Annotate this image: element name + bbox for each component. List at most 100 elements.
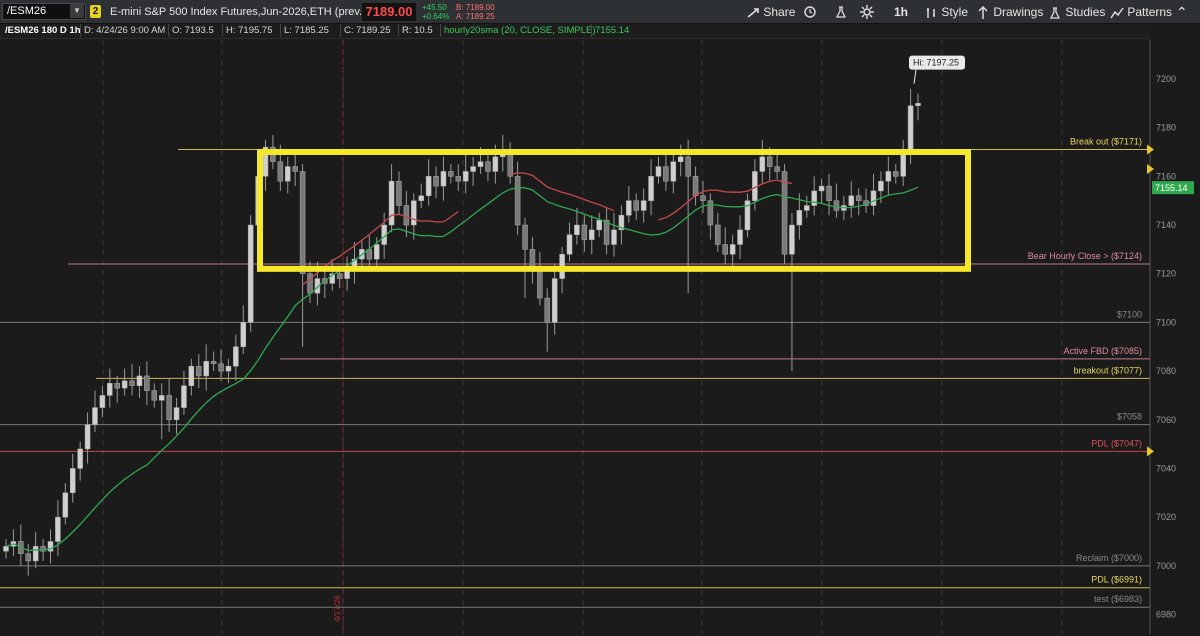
price-level-label: breakout ($7077) xyxy=(1073,365,1142,375)
candle-body xyxy=(574,224,580,236)
candle-body xyxy=(885,171,892,182)
candle-body xyxy=(255,176,261,226)
candle-body xyxy=(210,361,217,365)
candle-body xyxy=(633,200,639,211)
candle-body xyxy=(551,278,558,323)
candle-body xyxy=(893,171,899,177)
candle-body xyxy=(670,161,677,182)
candle-body xyxy=(529,249,536,270)
candle-body xyxy=(833,200,840,211)
candle-body xyxy=(225,365,232,372)
level-arrow-icon xyxy=(1147,446,1154,457)
candle-body xyxy=(285,166,291,182)
sma-red-line xyxy=(302,210,459,286)
level-arrow-icon xyxy=(1147,144,1154,155)
price-level-label: PDL ($6991) xyxy=(1091,575,1142,585)
link-group-badge[interactable]: 2 xyxy=(90,5,101,18)
drawings-button[interactable]: Drawings xyxy=(976,0,1043,24)
high-callout: Hi: 7197.25 xyxy=(909,55,965,84)
bar-close: C: 7189.25 xyxy=(340,24,393,37)
candle-body xyxy=(47,541,54,552)
candle-body xyxy=(129,380,135,386)
candle-body xyxy=(448,171,454,177)
candle-body xyxy=(507,151,513,177)
price-level-label: Break out ($7171) xyxy=(1070,137,1142,147)
patterns-button[interactable]: Patterns xyxy=(1110,0,1172,24)
candle-body xyxy=(789,224,795,255)
drawings-label: Drawings xyxy=(993,5,1044,19)
style-button[interactable]: Style xyxy=(924,0,968,24)
sma-line xyxy=(5,172,919,552)
candle-body xyxy=(915,103,921,106)
symbol-dropdown-icon[interactable]: ▼ xyxy=(70,4,84,18)
candle-body xyxy=(581,224,588,240)
candle-body xyxy=(373,244,380,260)
candle-body xyxy=(692,176,699,197)
candle-body xyxy=(640,200,647,211)
candle-body xyxy=(826,185,832,201)
candle-body xyxy=(114,383,120,389)
candle-body xyxy=(715,224,721,245)
candle-body xyxy=(700,195,706,201)
candle-body xyxy=(566,234,573,255)
candle-body xyxy=(366,249,373,260)
symbol-period: /ESM26 180 D 1h xyxy=(5,25,81,36)
flask-icon[interactable] xyxy=(834,5,848,19)
candle-body xyxy=(440,171,447,187)
price-level-label: test ($6983) xyxy=(1094,594,1142,604)
candle-body xyxy=(196,365,202,377)
candle-body xyxy=(233,346,239,367)
candle-body xyxy=(121,380,128,389)
patterns-label: Patterns xyxy=(1127,5,1173,19)
candle-body xyxy=(203,361,209,377)
candle-body xyxy=(589,229,595,240)
candle-body xyxy=(396,180,402,206)
date-marker: 4/17/26 xyxy=(333,595,342,622)
price-axis: 6980 7000 7020 7040 7060 7080 7100 7120 7140 7160… xyxy=(1147,40,1200,634)
price-chart[interactable]: Break out ($7171) Bear Hourly Close > ($7… xyxy=(0,0,1200,636)
price-axis-background xyxy=(1150,40,1200,634)
candle-body xyxy=(151,390,158,401)
candle-body xyxy=(188,365,195,386)
candle-body xyxy=(84,424,91,450)
consolidation-box[interactable] xyxy=(257,148,971,272)
studies-icon xyxy=(1049,7,1061,19)
drawings-icon xyxy=(978,5,988,19)
candle-body xyxy=(522,224,528,250)
level-arrow-icon xyxy=(1147,164,1154,175)
candle-body xyxy=(737,229,743,245)
style-icon xyxy=(927,7,935,18)
candle-body xyxy=(870,190,877,206)
candle-body xyxy=(655,166,662,177)
candle-body xyxy=(144,375,150,391)
candle-body xyxy=(759,156,766,172)
candle-body xyxy=(907,105,914,153)
candle-body xyxy=(878,180,884,192)
share-button[interactable]: Share xyxy=(746,0,795,24)
gear-icon[interactable] xyxy=(860,5,874,19)
alert-icon[interactable] xyxy=(803,5,817,19)
candle-body xyxy=(181,385,187,408)
candle-body xyxy=(855,195,862,201)
candle-body xyxy=(514,176,521,226)
candle-body xyxy=(455,176,462,182)
candle-body xyxy=(752,171,758,201)
candle-body xyxy=(470,166,476,172)
study-name[interactable]: hourly20sma (20, CLOSE, SIMPLE) xyxy=(440,24,599,37)
studies-button[interactable]: Studies xyxy=(1048,0,1105,24)
candle-body xyxy=(596,219,602,231)
candle-body xyxy=(299,171,306,274)
price-tick-label: 7000 xyxy=(1156,561,1176,571)
candle-body xyxy=(804,205,810,211)
sma-value-badge: 7155.14 xyxy=(1152,181,1194,195)
timeframe-button[interactable]: 1h xyxy=(894,0,908,24)
price-tick-label: 7120 xyxy=(1156,269,1176,279)
ask-price: A: 7189.25 xyxy=(456,12,495,21)
bar-range: R: 10.5 xyxy=(398,24,436,37)
collapse-icon[interactable]: ⌃ xyxy=(1176,0,1188,24)
candle-body xyxy=(10,541,17,547)
candle-body xyxy=(77,448,83,469)
net-change: +45.50 xyxy=(422,3,447,12)
last-price: 7189.00 xyxy=(362,3,416,21)
candle-body xyxy=(848,195,855,206)
